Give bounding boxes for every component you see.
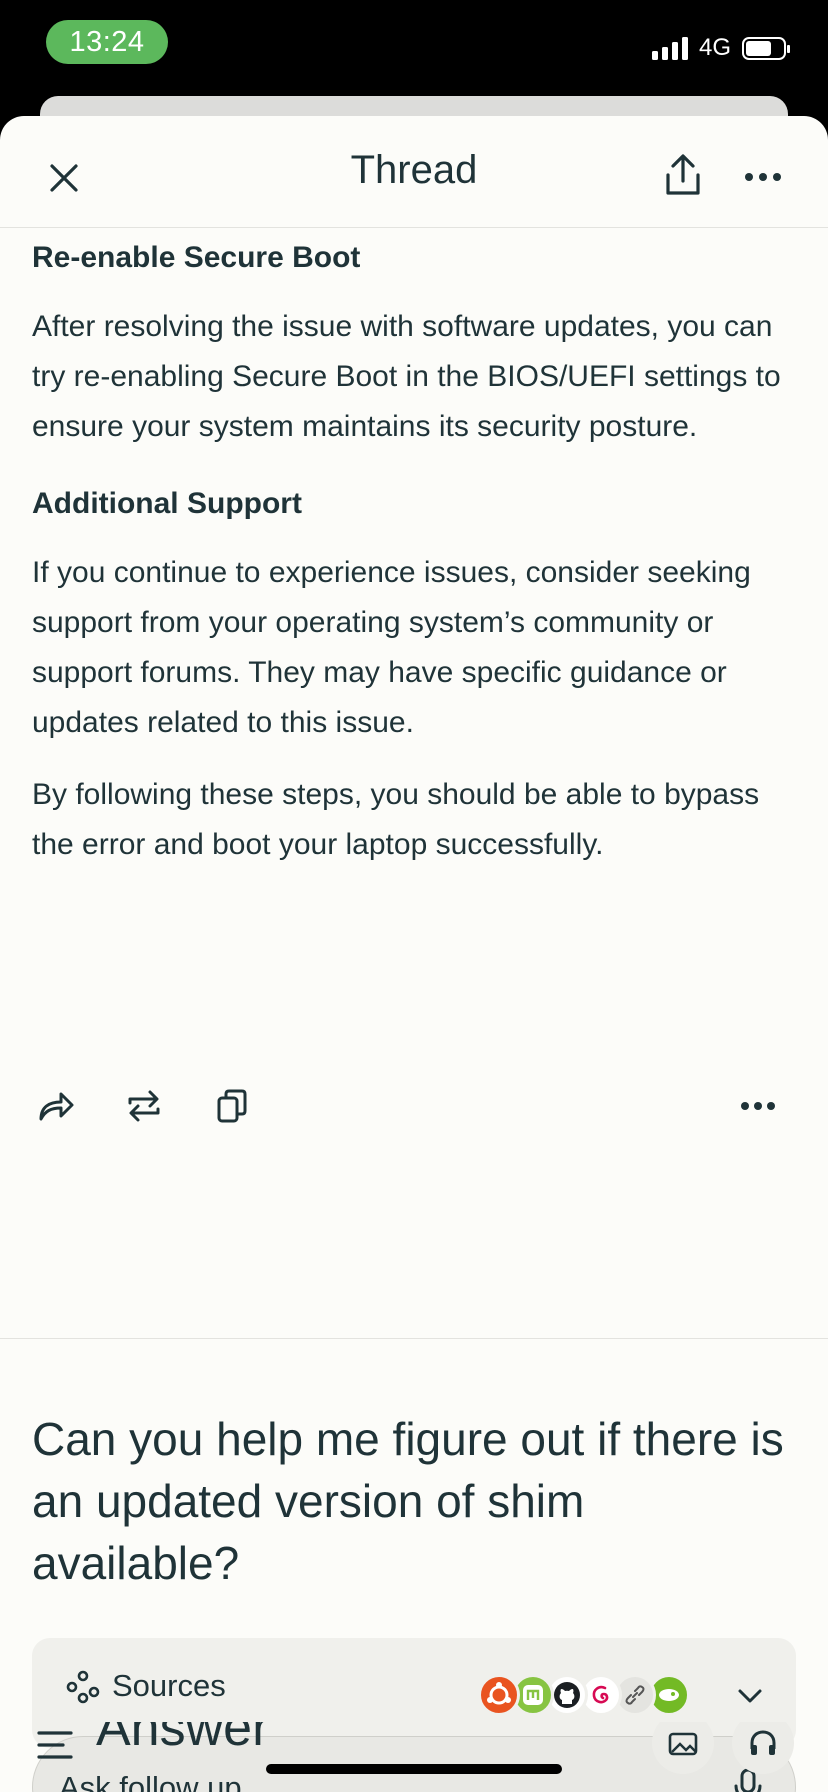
network-type: 4G: [699, 34, 732, 61]
signal-strength-icon: [652, 36, 688, 60]
repeat-icon: [128, 1090, 160, 1122]
thread-header: Thread: [0, 116, 828, 228]
image-icon: [668, 1732, 698, 1756]
share-icon: [666, 154, 700, 195]
paragraph: After resolving the issue with software …: [32, 310, 781, 443]
answer-tab-bar: Answer: [0, 1722, 828, 1792]
home-indicator: [266, 1764, 562, 1774]
images-button[interactable]: [652, 1722, 714, 1774]
share-button[interactable]: [656, 148, 710, 202]
section-heading: Re-enable Secure Boot: [32, 241, 361, 274]
paragraph: By following these steps, you should be …: [32, 778, 760, 861]
status-bar: 13:24 4G: [0, 0, 828, 96]
ubuntu-icon: [478, 1674, 520, 1716]
more-icon: [741, 1102, 775, 1110]
chevron-down-icon[interactable]: [732, 1678, 768, 1714]
battery-icon: [742, 37, 790, 60]
sources-label: Sources: [112, 1668, 226, 1703]
answer-content: Re-enable Secure Boot After resolving th…: [32, 230, 792, 870]
answer-label: Answer: [96, 1722, 270, 1757]
forward-arrow-icon: [39, 1092, 74, 1121]
headphones-icon: [750, 1730, 776, 1755]
menu-icon[interactable]: [36, 1728, 74, 1762]
followup-question: Can you help me figure out if there is a…: [32, 1413, 784, 1589]
share-answer-button[interactable]: [30, 1080, 82, 1132]
divider: [0, 1338, 828, 1339]
listen-button[interactable]: [732, 1722, 794, 1774]
copy-icon: [217, 1089, 247, 1123]
more-icon: [745, 173, 781, 181]
section-heading: Additional Support: [32, 487, 302, 520]
status-time: 13:24: [46, 20, 168, 64]
sources-icon: [66, 1670, 100, 1704]
answer-actions: [30, 1080, 800, 1136]
thread-sheet: Thread Re-enable Secure Boot After resol…: [0, 116, 828, 1792]
paragraph: If you continue to experience issues, co…: [32, 556, 751, 739]
more-options-button[interactable]: [736, 152, 790, 202]
source-favicons: [478, 1674, 748, 1716]
copy-button[interactable]: [206, 1080, 258, 1132]
answer-more-button[interactable]: [732, 1080, 784, 1132]
rewrite-button[interactable]: [118, 1080, 170, 1132]
